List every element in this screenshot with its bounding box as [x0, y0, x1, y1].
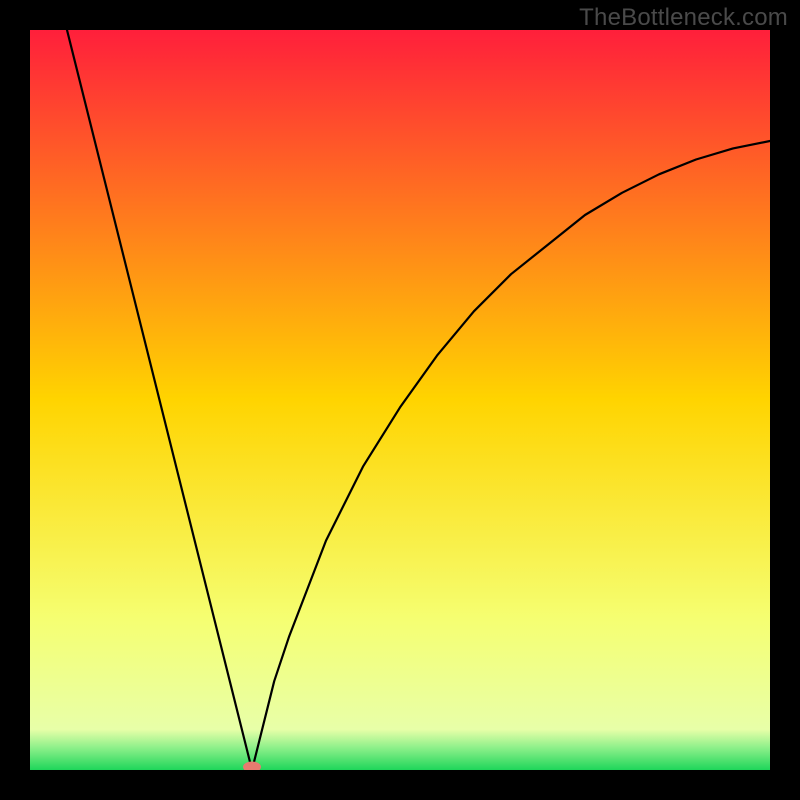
watermark-text: TheBottleneck.com	[579, 4, 788, 32]
chart-frame: TheBottleneck.com	[0, 0, 800, 800]
gradient-background	[30, 30, 770, 770]
plot-area	[30, 30, 770, 770]
bottleneck-chart	[30, 30, 770, 770]
